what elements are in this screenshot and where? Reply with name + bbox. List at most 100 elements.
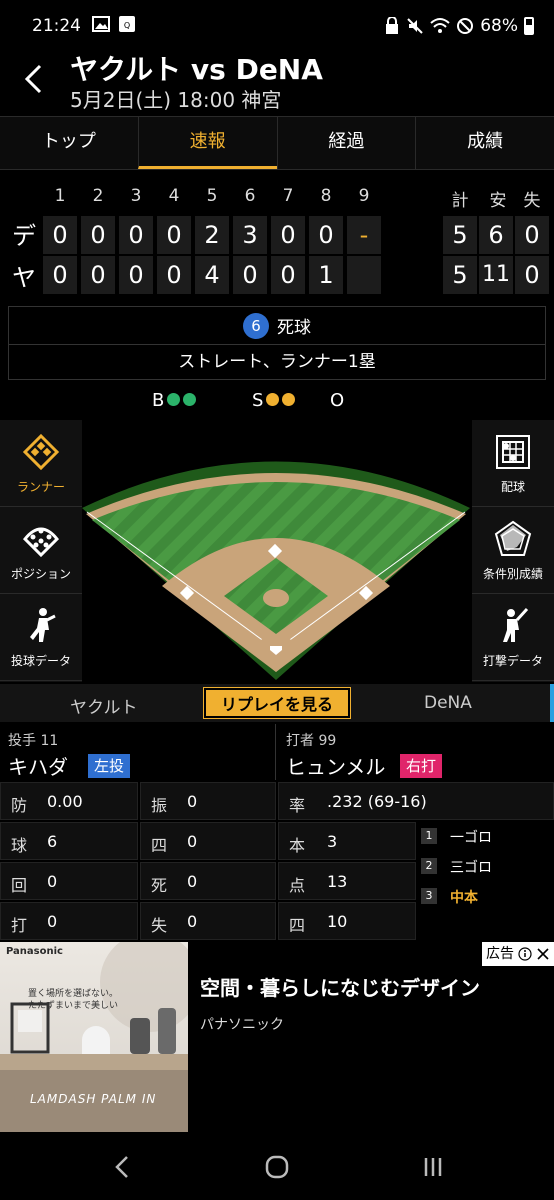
tab-bar: トップ 速報 経過 成績 xyxy=(0,116,554,170)
team-label-away: デ xyxy=(12,222,36,250)
pitching-data-label: 投球データ xyxy=(10,654,71,668)
batter-hand-badge: 右打 xyxy=(400,754,443,778)
ad-badge[interactable]: 広告 xyxy=(482,942,554,966)
field-diagram xyxy=(82,461,470,680)
stat-cell: 本3 xyxy=(278,822,416,860)
inning-header: 9 xyxy=(358,186,370,206)
stat-key: 点 xyxy=(289,876,306,895)
ball-dot xyxy=(183,393,197,406)
stat-key: 四 xyxy=(151,836,168,855)
ad-label: 広告 xyxy=(486,946,514,962)
pitch-location-button[interactable]: 配球 xyxy=(472,420,554,507)
ad-image[interactable]: Panasonic 置く場所を選ばない。 たたずまいまで美しい LAMDASH P… xyxy=(0,942,188,1132)
team-label-home: ヤ xyxy=(12,264,36,292)
total-runs-header: 計 xyxy=(451,191,469,211)
strike-dot xyxy=(266,393,280,406)
nav-recents-icon xyxy=(424,1158,442,1176)
home-team-name[interactable]: ヤクルト xyxy=(70,693,138,718)
position-label: ポジション xyxy=(10,567,71,581)
batting-data-button[interactable]: 打撃データ xyxy=(472,594,554,681)
pitcher-hand-badge: 左投 xyxy=(88,754,131,778)
play-info: 6 死球 ストレート、ランナー1塁 xyxy=(8,306,546,380)
conditional-stats-button[interactable]: 条件別成績 xyxy=(472,507,554,594)
page-title: ヤクルト vs DeNA xyxy=(70,53,323,86)
stat-key: 打 xyxy=(11,916,28,935)
stat-cell: 四 10 xyxy=(278,902,416,940)
total-hits: 6 xyxy=(479,216,513,254)
inning-score: 0 xyxy=(157,216,191,254)
position-button[interactable]: ポジション xyxy=(0,507,82,594)
gallery-icon xyxy=(92,16,110,32)
tab-top[interactable]: トップ xyxy=(0,117,138,169)
play-result-row: 6 死球 xyxy=(9,307,545,345)
pitching-data-button[interactable]: 投球データ xyxy=(0,594,82,681)
svg-text:Q: Q xyxy=(124,21,130,30)
inning-score xyxy=(347,256,381,294)
inning-score: 0 xyxy=(43,216,77,254)
replay-button[interactable]: リプレイを見る xyxy=(203,687,351,719)
stat-cell: 四0 xyxy=(140,822,276,860)
inning-score: - xyxy=(347,216,381,254)
close-icon[interactable] xyxy=(536,947,550,961)
strikes-label: S xyxy=(252,390,264,411)
batter-icon xyxy=(503,607,529,642)
outs-label: O xyxy=(330,390,345,411)
inning-score: 0 xyxy=(157,256,191,294)
pitch-location-label: 配球 xyxy=(500,480,525,494)
inning-score: 0 xyxy=(119,216,153,254)
inning-header: 7 xyxy=(282,186,294,206)
at-bat-result: 中本 xyxy=(450,890,478,906)
dnd-icon xyxy=(457,18,474,34)
ball-dot xyxy=(167,393,181,406)
tab-progress[interactable]: 経過 xyxy=(276,117,416,169)
away-team-name[interactable]: DeNA xyxy=(424,693,472,713)
at-bat-number: 2 xyxy=(421,858,437,874)
system-nav-bar xyxy=(0,1132,554,1200)
batter-name: ヒュンメル xyxy=(286,755,386,779)
strikes-indicator: S xyxy=(252,390,296,411)
total-hits: 11 xyxy=(479,256,513,294)
ad-banner[interactable]: Panasonic 置く場所を選ばない。 たたずまいまで美しい LAMDASH P… xyxy=(0,942,554,1132)
pitcher-icon xyxy=(30,608,56,642)
at-bat-result: 一ゴロ xyxy=(450,830,492,846)
nav-recents-button[interactable] xyxy=(418,1152,448,1182)
stat-key: 本 xyxy=(289,836,306,855)
tab-live[interactable]: 速報 xyxy=(137,117,277,169)
status-right: 68% xyxy=(384,16,534,36)
ad-info-icon[interactable] xyxy=(518,947,532,961)
total-runs: 5 xyxy=(443,216,477,254)
total-errors: 0 xyxy=(515,256,549,294)
stat-cell: 失0 xyxy=(140,902,276,940)
batter-card[interactable]: 打者 99 ヒュンメル 右打 xyxy=(278,724,554,780)
back-button[interactable] xyxy=(22,62,44,104)
pitch-number-badge: 6 xyxy=(243,312,269,339)
inning-score: 0 xyxy=(81,216,115,254)
stat-value: 13 xyxy=(327,872,348,891)
ad-headline[interactable]: 空間・暮らしになじむデザイン xyxy=(200,972,480,1001)
at-bat-item: 1 一ゴロ xyxy=(416,822,554,852)
stat-value: 3 xyxy=(327,832,338,851)
runner-diamond-icon xyxy=(22,433,60,471)
chevron-left-icon xyxy=(24,64,42,94)
total-hits-header: 安 xyxy=(489,191,507,211)
ad-copy: 置く場所を選ばない。 たたずまいまで美しい xyxy=(28,988,118,1012)
stat-value: 0 xyxy=(187,792,198,811)
stat-cell: 防 0.00 xyxy=(0,782,138,820)
ad-advertiser[interactable]: パナソニック xyxy=(200,1014,284,1034)
mute-icon xyxy=(407,18,423,34)
stat-cell: 打0 xyxy=(0,902,138,940)
nav-home-button[interactable] xyxy=(262,1152,292,1182)
inning-score: 4 xyxy=(195,256,229,294)
runner-button[interactable]: ランナー xyxy=(0,420,82,507)
inning-score: 0 xyxy=(43,256,77,294)
stat-key: 球 xyxy=(11,836,28,855)
baseball-field xyxy=(82,420,470,682)
stat-cell: 死0 xyxy=(140,862,276,900)
at-bat-history: 1 一ゴロ 2 三ゴロ 3 中本 xyxy=(416,822,554,940)
ad-product-name: LAMDASH PALM IN xyxy=(30,1092,157,1106)
tab-stats[interactable]: 成績 xyxy=(415,117,554,169)
pitcher-card[interactable]: 投手 11 キハダ 左投 xyxy=(0,724,276,780)
stat-cell: 点 13 xyxy=(278,862,416,900)
nav-back-button[interactable] xyxy=(108,1152,138,1182)
right-menu: 配球 条件別成績 打撃データ xyxy=(472,420,554,682)
